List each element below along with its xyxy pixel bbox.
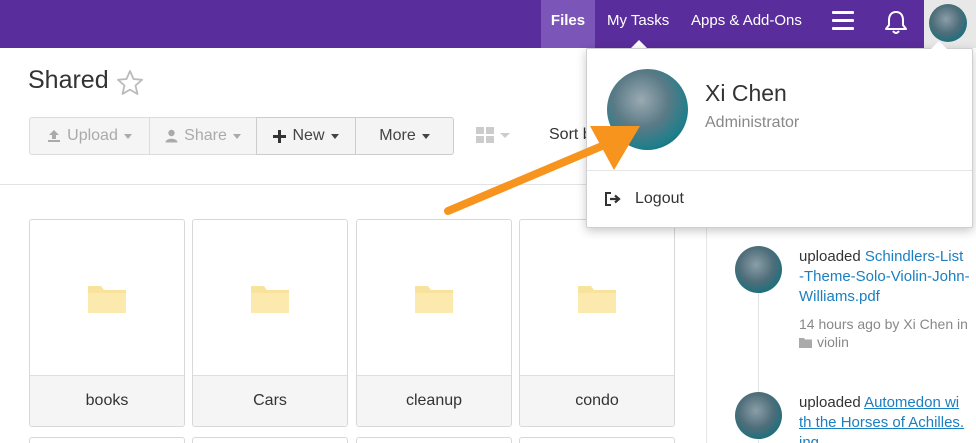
new-label: New	[292, 127, 325, 144]
activity-file-link[interactable]: Schindlers-List	[865, 248, 963, 265]
chevron-down-icon	[232, 133, 241, 139]
folder-icon	[415, 285, 453, 313]
plus-icon	[273, 129, 287, 143]
top-navigation-bar	[0, 0, 976, 48]
user-avatar[interactable]	[929, 4, 967, 42]
chevron-down-icon	[123, 133, 132, 139]
folder-name: condo	[520, 375, 674, 426]
profile-name: Xi Chen	[705, 80, 787, 106]
chevron-down-icon	[330, 133, 339, 139]
activity-folder-name: violin	[817, 334, 849, 350]
activity-action: uploaded	[799, 394, 861, 411]
folder-icon	[251, 285, 289, 313]
page-title: Shared	[28, 66, 109, 94]
activity-user-avatar[interactable]	[735, 392, 782, 439]
folder-name: Cars	[193, 375, 347, 426]
chevron-down-icon	[421, 133, 430, 139]
folder-tile-partial[interactable]	[356, 437, 512, 443]
logout-label: Logout	[635, 190, 684, 207]
hamburger-menu-icon[interactable]	[832, 11, 854, 31]
more-label: More	[379, 127, 416, 144]
folder-tile-partial[interactable]	[519, 437, 675, 443]
activity-file-link[interactable]: -Theme-Solo-Violin-John-	[799, 268, 970, 285]
folder-tile-condo[interactable]: condo	[519, 219, 675, 427]
dropdown-separator	[587, 170, 972, 171]
upload-icon	[48, 130, 61, 142]
logout-icon	[605, 192, 621, 206]
folder-name: cleanup	[357, 375, 511, 426]
activity-user-avatar[interactable]	[735, 246, 782, 293]
upload-label: Upload	[67, 127, 118, 144]
tasks-indicator-caret	[631, 40, 647, 48]
folder-name: books	[30, 375, 184, 426]
new-button[interactable]: New	[256, 117, 356, 155]
activity-file-link[interactable]: th the Horses of Achilles.	[799, 414, 964, 431]
folder-tile-cleanup[interactable]: cleanup	[356, 219, 512, 427]
folder-icon	[578, 285, 616, 313]
folder-thumbnail	[520, 220, 674, 375]
activity-file-link[interactable]: ing	[799, 434, 819, 443]
activity-folder[interactable]: violin	[799, 334, 849, 350]
folder-tile-cars[interactable]: Cars	[192, 219, 348, 427]
upload-button[interactable]: Upload	[29, 117, 150, 155]
activity-meta: 14 hours ago by Xi Chen in	[799, 316, 968, 332]
bell-icon[interactable]	[882, 8, 910, 36]
activity-item-1: uploaded Schindlers-List -Theme-Solo-Vio…	[799, 247, 976, 307]
dropdown-caret	[931, 41, 947, 49]
folder-thumbnail	[357, 220, 511, 375]
share-button[interactable]: Share	[149, 117, 257, 155]
folder-tile-partial[interactable]	[192, 437, 348, 443]
folder-icon	[88, 285, 126, 313]
nav-apps-addons-tab[interactable]: Apps & Add-Ons	[691, 0, 802, 48]
activity-file-link[interactable]: Williams.pdf	[799, 288, 880, 305]
grid-view-icon[interactable]	[476, 126, 516, 146]
folder-thumbnail	[30, 220, 184, 375]
star-outline-icon[interactable]	[115, 68, 145, 98]
activity-item-2: uploaded Automedon wi th the Horses of A…	[799, 393, 976, 443]
share-label: Share	[184, 127, 227, 144]
profile-role: Administrator	[705, 114, 800, 131]
logout-button[interactable]: Logout	[605, 188, 684, 210]
folder-icon	[799, 337, 812, 348]
profile-avatar[interactable]	[607, 69, 688, 150]
folder-tile-books[interactable]: books	[29, 219, 185, 427]
folder-thumbnail	[193, 220, 347, 375]
nav-files-tab[interactable]: Files	[541, 0, 595, 48]
more-button[interactable]: More	[355, 117, 454, 155]
user-icon	[165, 129, 178, 143]
folder-tile-partial[interactable]	[29, 437, 185, 443]
activity-action: uploaded	[799, 248, 861, 265]
activity-file-link[interactable]: Automedon wi	[864, 394, 959, 411]
